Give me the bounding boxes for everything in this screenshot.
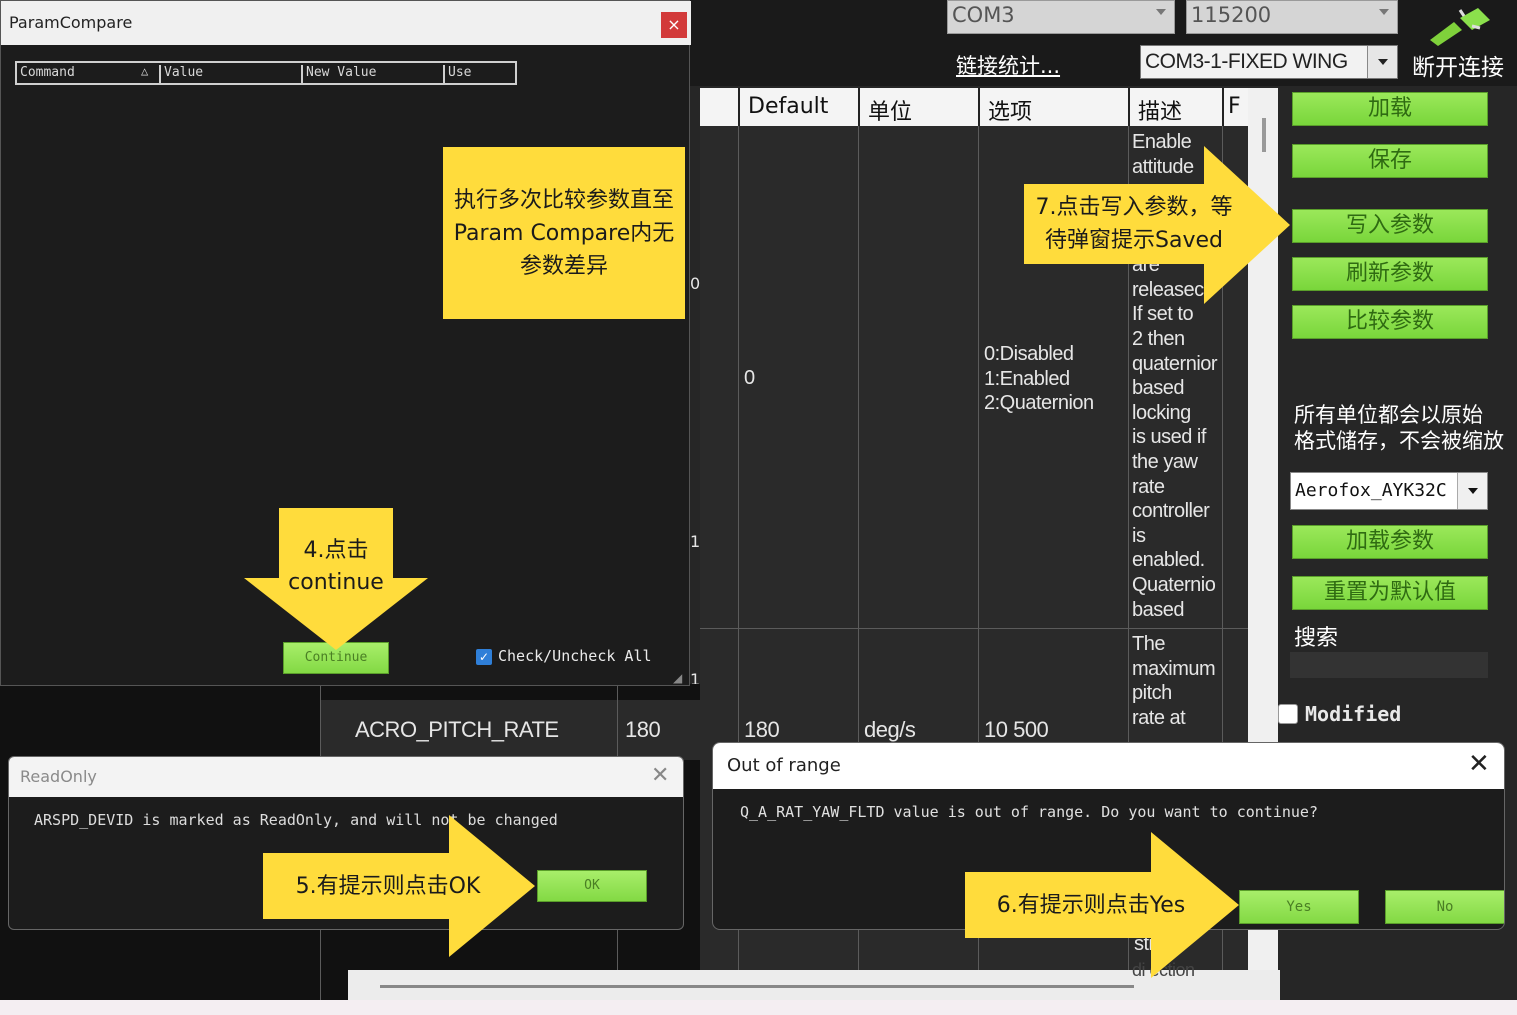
annotation-step6: 6.有提示则点击Yes <box>996 892 1186 918</box>
gutter-digit: 1 <box>690 532 701 551</box>
close-icon[interactable]: ✕ <box>651 763 669 788</box>
desc-line: the yaw <box>1132 450 1198 473</box>
baud-value: 115200 <box>1191 3 1272 27</box>
baud-select[interactable]: 115200 <box>1186 0 1398 34</box>
ok-button[interactable]: OK <box>537 870 647 902</box>
port-value: COM3 <box>952 3 1015 27</box>
search-input[interactable] <box>1290 652 1488 678</box>
option-line: 0:Disabled <box>984 343 1074 365</box>
column-fav[interactable]: F <box>1222 88 1248 126</box>
desc-line: controller <box>1132 500 1210 523</box>
compare-params-button[interactable]: 比较参数 <box>1292 305 1488 339</box>
disconnect-plug-icon[interactable] <box>1420 6 1500 46</box>
param-file-select[interactable]: Aerofox_AYK32C <box>1290 472 1488 510</box>
yes-button[interactable]: Yes <box>1239 890 1359 924</box>
resize-grip-icon[interactable]: ◢ <box>673 671 682 685</box>
desc-line: locking <box>1132 401 1191 424</box>
horizontal-scrollbar[interactable] <box>380 985 1134 988</box>
connection-profile-value: COM3-1-FIXED WING <box>1145 50 1348 73</box>
readonly-titlebar <box>9 757 683 797</box>
readonly-title: ReadOnly <box>20 767 97 786</box>
option-line: 1:Enabled <box>984 367 1070 390</box>
window-bottom-strip <box>0 1000 1517 1015</box>
port-select[interactable]: COM3 <box>947 0 1175 34</box>
param-name: ACRO_PITCH_RATE <box>355 717 559 742</box>
dropdown-arrow-icon <box>1156 9 1166 15</box>
desc-line: The <box>1132 633 1165 655</box>
annotation-step4: 4.点击continue <box>288 538 384 595</box>
close-icon[interactable]: ✕ <box>1468 749 1490 779</box>
column-description[interactable]: 描述 <box>1128 88 1222 126</box>
load-params-button[interactable]: 加载参数 <box>1292 525 1488 559</box>
row1-default: 0 <box>744 367 755 389</box>
param-value: 180 <box>625 717 661 742</box>
param-compare-header: Command △ Value New Value Use <box>15 61 517 85</box>
dropdown-arrow-icon <box>1457 473 1487 509</box>
desc-line: quaternior <box>1132 352 1218 375</box>
check-uncheck-all-label[interactable]: Check/Uncheck All <box>498 647 652 665</box>
reset-default-button[interactable]: 重置为默认值 <box>1292 576 1488 610</box>
desc-line: maximum <box>1132 657 1216 680</box>
desc-line: is used if <box>1132 426 1206 449</box>
out-of-range-title: Out of range <box>727 755 841 776</box>
modified-checkbox[interactable] <box>1278 704 1298 724</box>
annotation-step5: 5.有提示则点击OK <box>295 873 481 899</box>
save-button[interactable]: 保存 <box>1292 144 1488 178</box>
annotation-compare-repeat: 执行多次比较参数直至Param Compare内无参数差异 <box>443 147 685 319</box>
desc-line: rate at <box>1132 706 1186 729</box>
load-button[interactable]: 加载 <box>1292 92 1488 126</box>
write-params-button[interactable]: 写入参数 <box>1292 209 1488 243</box>
desc-line: rate <box>1132 475 1165 498</box>
column-new-value[interactable]: New Value <box>301 65 443 83</box>
sort-indicator-icon: △ <box>141 64 149 78</box>
dropdown-arrow-icon <box>1379 9 1389 15</box>
desc-line: based <box>1132 598 1185 621</box>
param-compare-title: ParamCompare <box>9 13 133 32</box>
desc-line: is <box>1132 524 1146 547</box>
row2-description: The maximum pitch rate at <box>1132 632 1222 730</box>
row2-default: 180 <box>744 717 780 742</box>
modified-label: Modified <box>1305 702 1402 726</box>
close-icon[interactable]: × <box>661 12 687 38</box>
desc-line: enabled. <box>1132 549 1205 572</box>
column-default[interactable]: Default <box>738 88 858 126</box>
column-unit[interactable]: 单位 <box>858 88 978 126</box>
connection-profile-select[interactable]: COM3-1-FIXED WING <box>1140 45 1398 79</box>
row2-unit: deg/s <box>864 717 916 742</box>
desc-line: 2 then <box>1132 327 1185 350</box>
checkbox-checked-icon[interactable]: ✓ <box>476 649 492 665</box>
out-of-range-message: Q_A_RAT_YAW_FLTD value is out of range. … <box>740 803 1318 821</box>
column-use[interactable]: Use <box>443 65 515 83</box>
desc-line: If set to <box>1132 303 1194 326</box>
desc-line: pitch <box>1132 682 1172 705</box>
param-grid-header: Default 单位 选项 描述 F <box>700 88 1248 126</box>
search-label: 搜索 <box>1294 626 1339 651</box>
units-note-line: 格式储存，不会被缩放 <box>1294 429 1504 453</box>
desc-line: based <box>1132 377 1185 400</box>
column-command[interactable]: Command <box>17 65 159 83</box>
dropdown-arrow-icon <box>1367 46 1397 78</box>
annotation-step7: 7.点击写入参数，等待弹窗提示Saved <box>1035 195 1233 253</box>
refresh-params-button[interactable]: 刷新参数 <box>1292 257 1488 291</box>
row1-options: 0:Disabled 1:Enabled 2:Quaternion <box>984 342 1094 416</box>
units-note-line: 所有单位都会以原始 <box>1294 403 1483 427</box>
gutter-digit: 0 <box>690 274 701 293</box>
desc-line: Quaternio <box>1132 573 1216 596</box>
units-note: 所有单位都会以原始 格式储存，不会被缩放 <box>1294 402 1517 454</box>
link-stats-link[interactable]: 链接统计... <box>956 50 1060 80</box>
column-value[interactable]: Value <box>159 65 301 83</box>
option-line: 2:Quaternion <box>984 392 1094 415</box>
param-file-value: Aerofox_AYK32C <box>1295 480 1447 501</box>
no-button[interactable]: No <box>1385 890 1504 924</box>
disconnect-label[interactable]: 断开连接 <box>1412 48 1504 82</box>
grid-line <box>700 628 1248 629</box>
column-options[interactable]: 选项 <box>978 88 1128 126</box>
row2-options: 10 500 <box>984 717 1049 742</box>
